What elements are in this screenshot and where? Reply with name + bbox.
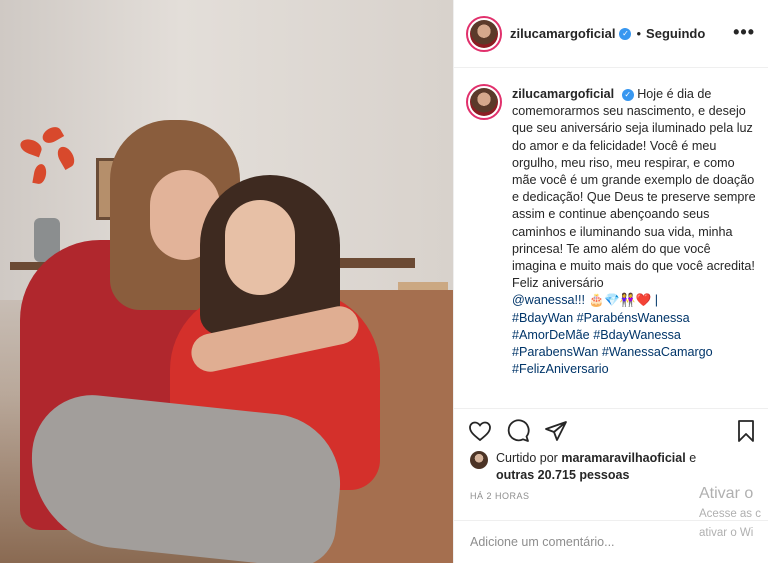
comment-bubble-icon[interactable]: [506, 419, 530, 443]
person-face: [225, 200, 295, 295]
more-options-icon[interactable]: •••: [733, 22, 755, 43]
likes-connector: e: [689, 451, 697, 465]
watermark-line: Ativar o: [699, 485, 754, 502]
shelf: [330, 258, 415, 268]
liker-username[interactable]: maramaravilhaoficial: [561, 451, 685, 465]
action-bar: [454, 408, 768, 452]
caption-body: Hoje é dia de comemorarmos seu nasciment…: [512, 87, 756, 291]
caption-mention[interactable]: @wanessa!!! 🎂💎👭❤️ |: [512, 293, 658, 307]
separator-dot: •: [636, 26, 642, 41]
author-username[interactable]: zilucamargoficial: [510, 26, 615, 41]
avatar-image: [470, 88, 498, 116]
post-photo[interactable]: [0, 0, 453, 563]
caption-hashtags[interactable]: #BdayWan #ParabénsWanessa #AmorDeMãe #Bd…: [512, 311, 713, 377]
post-header: zilucamargoficial ✓ • Seguindo •••: [454, 0, 768, 68]
caption-author-avatar[interactable]: [466, 84, 502, 120]
like-heart-icon[interactable]: [468, 419, 492, 443]
caption-text-block: zilucamargoficial ✓ Hoje é dia de comemo…: [512, 86, 757, 408]
author-avatar[interactable]: [466, 15, 502, 52]
verified-badge-icon: ✓: [619, 27, 632, 40]
save-bookmark-icon[interactable]: [734, 419, 758, 443]
caption-username[interactable]: zilucamargoficial: [512, 87, 614, 101]
likes-others-count[interactable]: outras 20.715 pessoas: [496, 468, 629, 482]
likes-text: Curtido por maramaravilhaoficial e outra…: [496, 450, 696, 484]
likes-prefix: Curtido por: [496, 451, 558, 465]
post-timestamp[interactable]: HÁ 2 HORAS: [470, 491, 530, 501]
liker-avatar[interactable]: [470, 451, 488, 469]
post-caption: zilucamargoficial ✓ Hoje é dia de comemo…: [454, 68, 768, 408]
share-send-icon[interactable]: [544, 419, 568, 443]
verified-badge-icon: ✓: [621, 88, 634, 101]
post-side-panel: zilucamargoficial ✓ • Seguindo ••• ziluc…: [453, 0, 768, 563]
likes-summary: Curtido por maramaravilhaoficial e outra…: [470, 450, 696, 484]
comment-input[interactable]: Adicione um comentário...: [454, 520, 768, 563]
avatar-image: [470, 19, 498, 48]
following-button[interactable]: Seguindo: [646, 26, 705, 41]
